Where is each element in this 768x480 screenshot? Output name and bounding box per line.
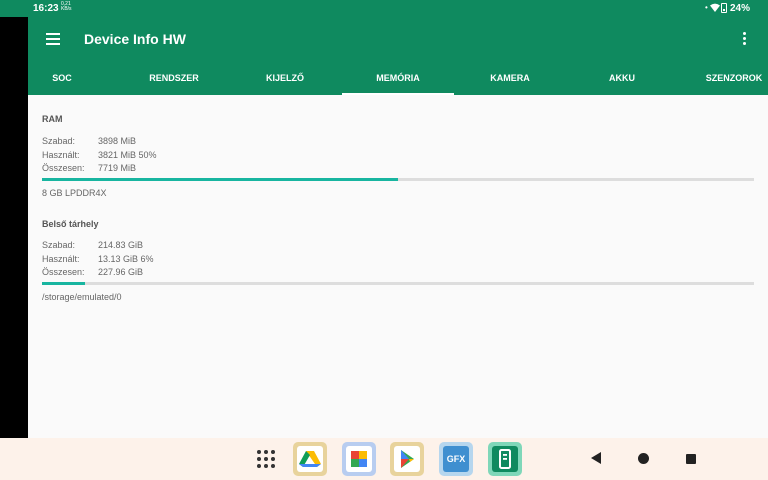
storage-used-value: 13.13 GiB 6% [98, 254, 154, 264]
notification-dot-icon: • [705, 3, 708, 12]
ram-free-value: 3898 MiB [98, 136, 137, 146]
gfx-label: GFX [446, 454, 466, 464]
storage-total-label: Összesen: [42, 267, 85, 277]
ram-used-value: 3821 MiB 50% [98, 150, 157, 160]
storage-progress-bar [42, 282, 754, 285]
ram-progress-fill [42, 178, 398, 181]
app-bar: Device Info HW [28, 17, 768, 61]
storage-used-label: Használt: [42, 254, 80, 264]
storage-total-value: 227.96 GiB [98, 267, 144, 277]
storage-free-label: Szabad: [42, 240, 76, 250]
wifi-icon [710, 3, 720, 12]
app-drawer-icon[interactable] [257, 450, 277, 468]
storage-title: Belső tárhely [42, 219, 99, 229]
ram-type: 8 GB LPDDR4X [42, 188, 107, 198]
ram-used-label: Használt: [42, 150, 80, 160]
google-photos-icon[interactable] [342, 442, 376, 476]
menu-icon[interactable] [46, 33, 60, 45]
status-bar: 16:23 0,21 KB/s • 24% [0, 0, 768, 17]
tab-soc[interactable]: SOC [42, 61, 82, 95]
recents-button-icon[interactable] [686, 454, 696, 464]
home-button-icon[interactable] [638, 453, 649, 464]
ram-title: RAM [42, 114, 63, 124]
ram-total-value: 7719 MiB [98, 163, 137, 173]
google-drive-icon[interactable] [293, 442, 327, 476]
storage-progress-fill [42, 282, 85, 285]
status-time: 16:23 [33, 3, 59, 14]
gfx-bench-icon[interactable]: GFX [439, 442, 473, 476]
device-info-icon[interactable] [488, 442, 522, 476]
back-button-icon[interactable] [591, 452, 601, 464]
app-title: Device Info HW [84, 31, 186, 47]
ram-free-label: Szabad: [42, 136, 76, 146]
storage-free-value: 214.83 GiB [98, 240, 144, 250]
tab-akku[interactable]: AKKU [596, 61, 648, 95]
tab-kamera[interactable]: KAMERA [476, 61, 544, 95]
net-speed-unit: KB/s [61, 6, 72, 12]
net-speed: 0,21 KB/s [61, 2, 72, 12]
tab-memoria[interactable]: MEMÓRIA [342, 61, 454, 95]
taskbar: GFX [0, 438, 768, 480]
play-store-icon[interactable] [390, 442, 424, 476]
battery-percent: 24% [730, 3, 751, 14]
ram-progress-bar [42, 178, 754, 181]
storage-path: /storage/emulated/0 [42, 292, 122, 302]
tab-szenzorok[interactable]: SZENZOROK [698, 61, 768, 95]
battery-icon [721, 3, 727, 13]
tab-kijelzo[interactable]: KIJELZŐ [250, 61, 320, 95]
tab-rendszer[interactable]: RENDSZER [138, 61, 210, 95]
overflow-menu-icon[interactable] [742, 32, 746, 46]
app-window: Device Info HW SOC RENDSZER KIJELZŐ MEMÓ… [28, 17, 768, 438]
tab-bar: SOC RENDSZER KIJELZŐ MEMÓRIA KAMERA AKKU… [28, 61, 768, 95]
ram-total-label: Összesen: [42, 163, 85, 173]
